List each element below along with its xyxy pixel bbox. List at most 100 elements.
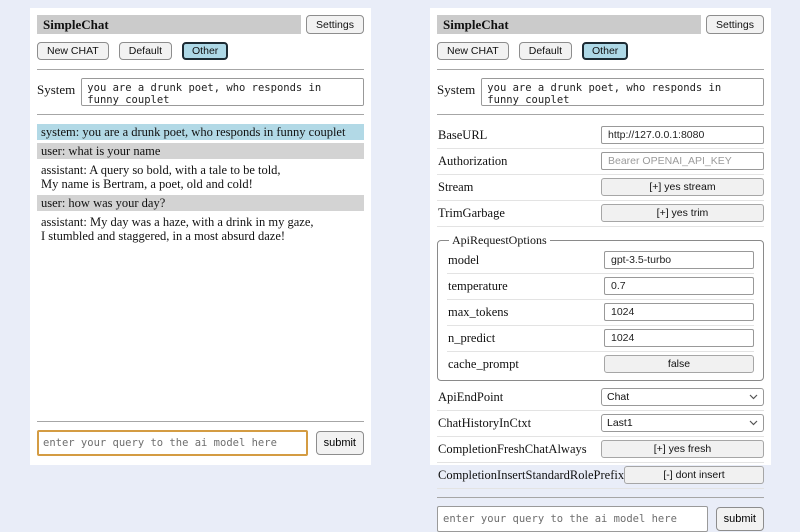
n-predict-row: n_predict [447,326,754,352]
completionfreshchatalways-label: CompletionFreshChatAlways [437,442,601,457]
completioninsertstandardroleprefix-label: CompletionInsertStandardRolePrefix [437,468,624,483]
new-chat-button[interactable]: New CHAT [437,42,509,60]
trimgarbage-label: TrimGarbage [437,206,601,221]
stream-label: Stream [437,180,601,195]
chat-message-user: user: what is your name [37,143,364,159]
cache-prompt-row: cache_promptfalse [447,352,754,377]
temperature-label: temperature [447,279,604,294]
settings-list-top: BaseURL Authorization Stream[+] yes stream… [437,123,764,227]
stream-toggle-button[interactable]: [+] yes stream [601,178,764,196]
submit-button[interactable]: submit [716,507,764,531]
settings-list-bottom: ApiEndPoint Chat ChatHistoryInCtxt Last1 Com… [437,385,764,489]
divider [437,69,764,70]
settings-button[interactable]: Settings [306,15,364,34]
chevron-down-icon [749,417,758,429]
chat-message-assistant: assistant: A query so bold, with a tale … [37,162,364,192]
apiendpoint-select[interactable]: Chat [601,388,764,406]
header: SimpleChat Settings [37,15,364,34]
baseurl-control [601,126,764,144]
apiendpoint-row: ApiEndPoint Chat [437,385,764,411]
chathistoryinctxt-row: ChatHistoryInCtxt Last1 [437,411,764,437]
system-label: System [37,78,75,98]
completioninsertstandardroleprefix-control: [-] dont insert [624,466,764,484]
baseurl-label: BaseURL [437,128,601,143]
cache-prompt-toggle-button[interactable]: false [604,355,754,373]
baseurl-row: BaseURL [437,123,764,149]
authorization-control [601,152,764,170]
stream-row: Stream[+] yes stream [437,175,764,201]
max-tokens-label: max_tokens [447,305,604,320]
chevron-down-icon [749,391,758,403]
chat-log: system: you are a drunk poet, who respon… [37,124,364,413]
trimgarbage-control: [+] yes trim [601,204,764,222]
trimgarbage-row: TrimGarbage[+] yes trim [437,201,764,227]
n-predict-control [604,329,754,347]
chathistoryinctxt-selected-value: Last1 [607,417,633,429]
max-tokens-control [604,303,754,321]
divider [437,114,764,115]
trimgarbage-toggle-button[interactable]: [+] yes trim [601,204,764,222]
apiendpoint-control: Chat [601,388,764,406]
model-label: model [447,253,604,268]
apiendpoint-label: ApiEndPoint [437,390,601,405]
completioninsertstandardroleprefix-toggle-button[interactable]: [-] dont insert [624,466,764,484]
chathistoryinctxt-select[interactable]: Last1 [601,414,764,432]
default-button[interactable]: Default [119,42,172,60]
completionfreshchatalways-control: [+] yes fresh [601,440,764,458]
authorization-input[interactable] [601,152,764,170]
settings-button[interactable]: Settings [706,15,764,34]
temperature-control [604,277,754,295]
other-button[interactable]: Other [182,42,228,60]
chat-message-user: user: how was your day? [37,195,364,211]
system-prompt-input[interactable]: you are a drunk poet, who responds in fu… [81,78,364,106]
cache-prompt-label: cache_prompt [447,357,604,372]
stream-control: [+] yes stream [601,178,764,196]
temperature-input[interactable] [604,277,754,295]
authorization-row: Authorization [437,149,764,175]
other-button[interactable]: Other [582,42,628,60]
header: SimpleChat Settings [437,15,764,34]
baseurl-input[interactable] [601,126,764,144]
query-input[interactable] [37,430,308,456]
cache-prompt-control: false [604,355,754,373]
toolbar: New CHAT Default Other [37,42,364,60]
max-tokens-row: max_tokens [447,300,754,326]
api-request-options-rows: model temperature max_tokens n_predictcache… [447,248,754,377]
apiendpoint-selected-value: Chat [607,391,629,403]
temperature-row: temperature [447,274,754,300]
query-input[interactable] [437,506,708,532]
api-request-options-legend: ApiRequestOptions [449,233,550,248]
chat-message-system: system: you are a drunk poet, who respon… [37,124,364,140]
completioninsertstandardroleprefix-row: CompletionInsertStandardRolePrefix[-] do… [437,463,764,489]
system-prompt-row: System you are a drunk poet, who respond… [37,78,364,106]
model-row: model [447,248,754,274]
new-chat-button[interactable]: New CHAT [37,42,109,60]
n-predict-input[interactable] [604,329,754,347]
model-control [604,251,754,269]
n-predict-label: n_predict [447,331,604,346]
toolbar: New CHAT Default Other [437,42,764,60]
chathistoryinctxt-label: ChatHistoryInCtxt [437,416,601,431]
app-title: SimpleChat [37,15,301,34]
completionfreshchatalways-row: CompletionFreshChatAlways[+] yes fresh [437,437,764,463]
divider [37,421,364,422]
divider [437,497,764,498]
system-label: System [437,78,475,98]
default-button[interactable]: Default [519,42,572,60]
chathistoryinctxt-control: Last1 [601,414,764,432]
settings-panel: SimpleChat Settings New CHAT Default Other… [430,8,771,465]
submit-button[interactable]: submit [316,431,364,455]
app-title: SimpleChat [437,15,701,34]
query-row: submit [437,506,764,532]
system-prompt-row: System you are a drunk poet, who respond… [437,78,764,106]
model-input[interactable] [604,251,754,269]
chat-panel: SimpleChat Settings New CHAT Default Other… [30,8,371,465]
divider [37,114,364,115]
api-request-options-fieldset: ApiRequestOptions model temperature max_to… [437,233,764,381]
completionfreshchatalways-toggle-button[interactable]: [+] yes fresh [601,440,764,458]
authorization-label: Authorization [437,154,601,169]
system-prompt-input[interactable]: you are a drunk poet, who responds in fu… [481,78,764,106]
chat-message-assistant: assistant: My day was a haze, with a dri… [37,214,364,244]
divider [37,69,364,70]
max-tokens-input[interactable] [604,303,754,321]
